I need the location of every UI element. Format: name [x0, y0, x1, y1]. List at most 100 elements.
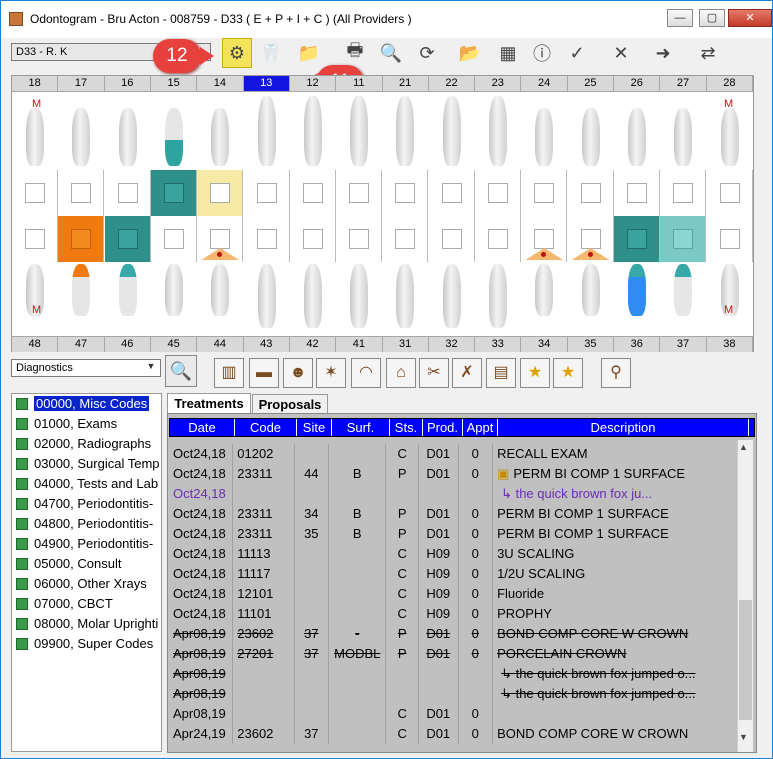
tooth-number[interactable]: 38 — [707, 337, 753, 352]
table-row[interactable]: Oct24,18 11101 C H09 0 PROPHY — [169, 604, 741, 624]
surface-center[interactable] — [534, 183, 555, 203]
scroll-up-icon[interactable]: ▲ — [739, 442, 748, 452]
tooth-number[interactable]: 46 — [105, 337, 151, 352]
lower-tooth-icon[interactable] — [674, 264, 693, 316]
code-category-item[interactable]: 04800, Periodontitis- — [12, 514, 161, 534]
tooth-number[interactable]: 13 — [243, 76, 290, 91]
surface-center[interactable] — [25, 183, 45, 203]
cancel-icon[interactable]: ✕ — [606, 38, 636, 68]
table-row[interactable]: Oct24,18 11113 C H09 0 3U SCALING — [169, 544, 741, 564]
tooth-x-icon[interactable]: ✗ — [452, 358, 482, 388]
star-icon[interactable]: ★ — [553, 358, 583, 388]
tooth-number[interactable]: 43 — [244, 337, 290, 352]
tooth-surface[interactable] — [58, 216, 105, 262]
tooth-surface[interactable] — [706, 170, 753, 216]
implant-icon[interactable]: ⌂ — [386, 358, 416, 388]
upper-tooth-icon[interactable] — [350, 96, 369, 166]
tooth-number[interactable]: 44 — [197, 337, 244, 352]
tooth-surface[interactable] — [150, 216, 197, 262]
code-category-item[interactable]: 09900, Super Codes — [12, 634, 161, 654]
denture-icon[interactable]: ☻ — [283, 358, 313, 388]
surface-center[interactable] — [395, 229, 416, 249]
tooth-surface[interactable] — [104, 216, 151, 262]
surface-center[interactable] — [488, 183, 508, 203]
code-category-item[interactable]: 04000, Tests and Lab — [12, 474, 161, 494]
procedure-code-list[interactable]: 00000, Misc Codes 01000, Exams 02000, Radi… — [11, 393, 162, 752]
tooth-number[interactable]: 36 — [614, 337, 661, 352]
column-header[interactable]: Appt — [463, 419, 498, 436]
tooth-number[interactable]: 45 — [151, 337, 198, 352]
surface-center[interactable] — [256, 183, 277, 203]
tooth-number[interactable]: 15 — [151, 76, 198, 91]
surface-center[interactable] — [210, 183, 231, 203]
tooth-number[interactable]: 32 — [429, 337, 476, 352]
tooth-surface[interactable] — [197, 170, 244, 216]
column-header[interactable]: Date — [170, 419, 235, 436]
code-category-item[interactable]: 04900, Periodontitis- — [12, 534, 161, 554]
lower-tooth-icon[interactable] — [164, 264, 183, 316]
code-category-item[interactable]: 00000, Misc Codes — [12, 394, 161, 414]
table-row[interactable]: Oct24,18 12101 C H09 0 Fluoride — [169, 584, 741, 604]
printer-icon[interactable]: 🖶 — [340, 38, 370, 68]
column-header[interactable]: Prod. — [423, 419, 463, 436]
lower-tooth-icon[interactable] — [211, 264, 230, 316]
upper-tooth-icon[interactable] — [442, 96, 461, 166]
upper-tooth-icon[interactable] — [26, 108, 44, 166]
table-row[interactable]: Oct24,18 01202 C D01 0 RECALL EXAM — [169, 444, 741, 464]
surface-center[interactable] — [117, 183, 138, 203]
surface-center[interactable] — [25, 229, 45, 249]
tooth-surface[interactable] — [382, 216, 429, 262]
surface-center[interactable] — [302, 229, 323, 249]
tooth-number[interactable]: 18 — [12, 76, 59, 91]
upper-tooth-icon[interactable] — [489, 96, 507, 166]
tooth-number[interactable]: 28 — [707, 76, 753, 91]
tooth-surface[interactable] — [243, 170, 290, 216]
table-row[interactable]: Apr08,19 ↳ the quick brown fox jumped o..… — [169, 664, 742, 684]
calculator-icon[interactable]: ▦ — [493, 38, 523, 68]
surface-center[interactable] — [626, 183, 647, 203]
tooth-number[interactable]: 33 — [475, 337, 522, 352]
tooth-surface[interactable] — [58, 170, 105, 216]
table-row[interactable]: Apr08,19 ↳ the quick brown fox jumped o..… — [169, 684, 742, 704]
surface-center[interactable] — [302, 183, 323, 203]
tooth-surface[interactable] — [428, 216, 475, 262]
upper-tooth-icon[interactable] — [627, 108, 646, 166]
table-row[interactable]: Apr08,19 27201 37 MODBL P D01 0 PORCELAIN CROWN — [169, 644, 741, 664]
lower-tooth-icon[interactable] — [257, 264, 276, 328]
surface-center[interactable] — [488, 229, 508, 249]
tooth-number[interactable]: 27 — [660, 76, 707, 91]
lower-tooth-icon[interactable] — [72, 264, 91, 316]
tooth-number[interactable]: 22 — [429, 76, 476, 91]
tooth-surface[interactable] — [12, 170, 58, 216]
tooth-info-icon[interactable]: ⓘ — [527, 38, 557, 68]
tooth-number[interactable]: 25 — [568, 76, 615, 91]
tooth-surface[interactable] — [613, 170, 660, 216]
tooth-number[interactable]: 26 — [614, 76, 661, 91]
gum-icon[interactable]: ◠ — [351, 358, 381, 388]
folder-gear-icon[interactable]: 📁 — [294, 38, 324, 68]
code-category-item[interactable]: 04700, Periodontitis- — [12, 494, 161, 514]
lower-tooth-icon[interactable] — [442, 264, 461, 328]
tooth-number[interactable]: 41 — [336, 337, 383, 352]
lower-tooth-icon[interactable] — [118, 264, 137, 316]
tooth-surface[interactable] — [336, 216, 383, 262]
surface-center[interactable] — [673, 229, 694, 249]
lower-tooth-icon[interactable] — [396, 264, 415, 328]
upper-tooth-icon[interactable] — [164, 108, 183, 166]
surface-center[interactable] — [534, 229, 555, 249]
surface-center[interactable] — [395, 183, 416, 203]
tooth-surface[interactable] — [475, 170, 521, 216]
code-category-item[interactable]: 06000, Other Xrays — [12, 574, 161, 594]
tooth-number[interactable]: 21 — [383, 76, 429, 91]
tooth-surface[interactable] — [289, 216, 336, 262]
scroll-thumb[interactable] — [739, 600, 752, 720]
table-row[interactable]: Oct24,18 11117 C H09 0 1/2U SCALING — [169, 564, 741, 584]
column-header[interactable]: Description — [498, 419, 749, 436]
lower-tooth-icon[interactable] — [581, 264, 600, 316]
tooth-number[interactable]: 47 — [58, 337, 105, 352]
column-header[interactable]: Site — [297, 419, 332, 436]
tooth-number[interactable]: 37 — [660, 337, 707, 352]
tooth-surface[interactable] — [150, 170, 197, 216]
column-header[interactable]: Sts. — [390, 419, 423, 436]
surface-center[interactable] — [256, 229, 277, 249]
